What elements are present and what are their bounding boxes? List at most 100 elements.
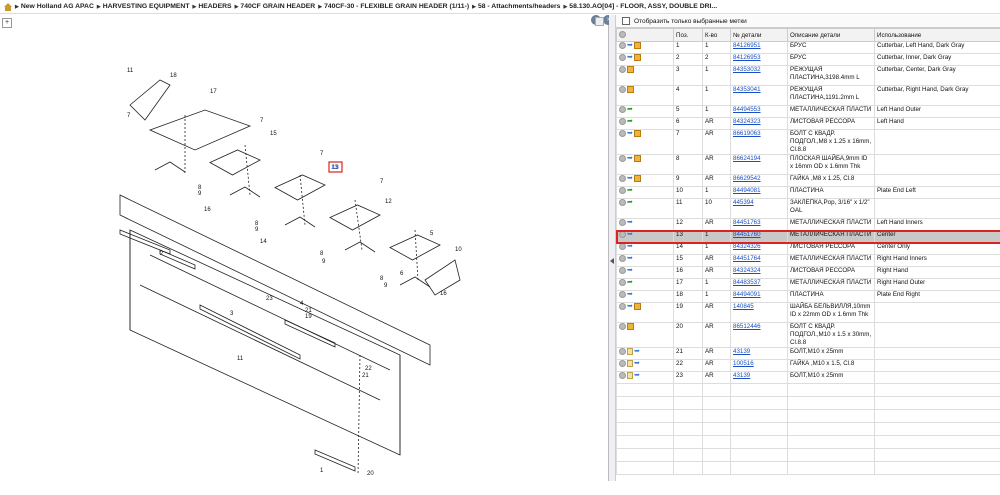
replacement-arrow-icon[interactable]: ➥ <box>627 55 633 61</box>
part-number-link[interactable]: 445394 <box>733 199 754 206</box>
table-row[interactable]: ➥ 22 AR 100516 ГАЙКА ,M10 x 1.5, Cl.8 <box>617 360 1000 372</box>
replacement-arrow-icon[interactable]: ➥ <box>627 176 633 182</box>
package-icon[interactable] <box>634 130 641 137</box>
col-usage[interactable]: Использование <box>875 29 1000 42</box>
table-row[interactable]: ➥ 15 AR 84451764 МЕТАЛЛИЧЕСКАЯ ПЛАСТИ Ri… <box>617 255 1000 267</box>
part-number-link[interactable]: 84451763 <box>733 219 761 226</box>
add-to-cart-icon[interactable] <box>619 231 626 238</box>
callout-label[interactable]: 1 <box>320 468 324 474</box>
replacement-arrow-icon[interactable]: ➥ <box>627 292 633 298</box>
add-to-cart-icon[interactable] <box>619 323 626 330</box>
add-to-cart-icon[interactable] <box>619 267 626 274</box>
part-number-link[interactable]: 84483537 <box>733 279 761 286</box>
add-to-cart-icon[interactable] <box>619 86 626 93</box>
table-row[interactable]: ➦ 11 10 445394 ЗАКЛЕПКА,Pop, 3/16" x 1/2… <box>617 199 1000 219</box>
replacement-arrow-icon[interactable]: ➥ <box>627 304 633 310</box>
breadcrumb-item[interactable]: New Holland AG APAC <box>15 3 94 10</box>
callout-label[interactable]: 21 <box>305 308 312 314</box>
breadcrumb-item[interactable]: 58.130.AO[04] - FLOOR, ASSY, DOUBLE DRI.… <box>563 3 717 10</box>
table-row[interactable]: ➥ 1 1 84126951 БРУС Cutterbar, Left Hand… <box>617 42 1000 54</box>
add-to-cart-icon[interactable] <box>619 199 626 206</box>
callout-label[interactable]: 23 <box>266 296 273 302</box>
part-number-link[interactable]: 84324324 <box>733 267 761 274</box>
replacement-arrow-icon[interactable]: ➥ <box>627 156 633 162</box>
replacement-arrow-icon[interactable]: ➥ <box>627 244 633 250</box>
callout-label[interactable]: 9 <box>384 283 388 289</box>
add-to-cart-icon[interactable] <box>619 291 626 298</box>
forward-arrow-icon[interactable]: ➦ <box>627 119 633 125</box>
document-icon[interactable] <box>627 360 633 367</box>
callout-label[interactable]: 15 <box>270 131 277 137</box>
selected-callout-label[interactable]: 13 <box>331 165 338 171</box>
callout-label[interactable]: 12 <box>385 199 392 205</box>
table-row[interactable]: 3 1 84353032 РЕЖУЩАЯ ПЛАСТИНА,3198.4mm L… <box>617 66 1000 86</box>
callout-label[interactable]: 9 <box>255 227 259 233</box>
package-icon[interactable] <box>634 175 641 182</box>
package-icon[interactable] <box>634 54 641 61</box>
table-row[interactable]: 20 AR 86512446 БОЛТ С КВАДР. ПОДГОЛ.,M10… <box>617 323 1000 348</box>
callout-label[interactable]: 11 <box>237 356 244 362</box>
add-to-cart-icon[interactable] <box>619 219 626 226</box>
callout-label[interactable]: 9 <box>322 259 326 265</box>
part-number-link[interactable]: 84451764 <box>733 255 761 262</box>
table-row[interactable]: ➥ 14 1 84324326 ЛИСТОВАЯ РЕССОРА Center … <box>617 243 1000 255</box>
col-part[interactable]: № детали <box>731 29 788 42</box>
callout-label[interactable]: 6 <box>400 271 404 277</box>
callout-label[interactable]: 8 <box>380 276 384 282</box>
part-number-link[interactable]: 84324326 <box>733 243 761 250</box>
package-icon[interactable] <box>634 303 641 310</box>
table-row[interactable]: ➥ 12 AR 84451763 МЕТАЛЛИЧЕСКАЯ ПЛАСТИ Le… <box>617 219 1000 231</box>
replacement-arrow-icon[interactable]: ➥ <box>634 349 640 355</box>
callout-label[interactable]: 5 <box>430 231 434 237</box>
forward-arrow-icon[interactable]: ➦ <box>627 280 633 286</box>
add-to-cart-icon[interactable] <box>619 118 626 125</box>
add-to-cart-icon[interactable] <box>619 187 626 194</box>
add-to-cart-icon[interactable] <box>619 106 626 113</box>
col-pos[interactable]: Поз. <box>674 29 703 42</box>
package-icon[interactable] <box>627 323 634 330</box>
expand-icon[interactable]: + <box>2 18 12 28</box>
part-number-link[interactable]: 84353032 <box>733 66 761 73</box>
pane-splitter[interactable] <box>609 15 616 481</box>
package-icon[interactable] <box>634 42 641 49</box>
add-to-cart-icon[interactable] <box>619 175 626 182</box>
select-all-header[interactable] <box>617 29 674 42</box>
part-number-link[interactable]: 86624194 <box>733 155 761 162</box>
add-to-cart-icon[interactable] <box>619 66 626 73</box>
table-row[interactable]: ➦ 17 1 84483537 МЕТАЛЛИЧЕСКАЯ ПЛАСТИ Rig… <box>617 279 1000 291</box>
table-row[interactable]: ➥ 9 AR 86629542 ГАЙКА ,M8 x 1.25, Cl.8 <box>617 175 1000 187</box>
add-to-cart-icon[interactable] <box>619 360 626 367</box>
breadcrumb-item[interactable]: 740CF-30 - FLEXIBLE GRAIN HEADER (1/11-) <box>318 3 469 10</box>
home-icon[interactable] <box>4 3 12 11</box>
table-row[interactable]: ➥ 19 AR 140845 ШАЙБА БЕЛЬВИЛЛЯ,10mm ID x… <box>617 303 1000 323</box>
document-icon[interactable] <box>627 372 633 379</box>
callout-label[interactable]: 19 <box>305 314 312 320</box>
callout-label[interactable]: 21 <box>362 373 369 379</box>
part-number-link[interactable]: 86629542 <box>733 175 761 182</box>
add-to-cart-icon[interactable] <box>619 303 626 310</box>
part-number-link[interactable]: 100516 <box>733 360 754 367</box>
add-to-cart-icon[interactable] <box>619 155 626 162</box>
col-desc[interactable]: Описание детали <box>788 29 875 42</box>
add-to-cart-icon[interactable] <box>619 42 626 49</box>
replacement-arrow-icon[interactable]: ➥ <box>627 232 633 238</box>
part-number-link[interactable]: 43139 <box>733 348 750 355</box>
callout-label[interactable]: 10 <box>455 247 462 253</box>
show-selected-checkbox[interactable] <box>622 17 630 25</box>
replacement-arrow-icon[interactable]: ➥ <box>634 361 640 367</box>
callout-label[interactable]: 3 <box>230 311 234 317</box>
part-number-link[interactable]: 84451760 <box>733 231 761 238</box>
forward-arrow-icon[interactable]: ➦ <box>627 200 633 206</box>
table-row[interactable]: ➥ 16 AR 84324324 ЛИСТОВАЯ РЕССОРА Right … <box>617 267 1000 279</box>
replacement-arrow-icon[interactable]: ➥ <box>627 256 633 262</box>
part-number-link[interactable]: 86512446 <box>733 323 761 330</box>
package-icon[interactable] <box>627 66 634 73</box>
part-number-link[interactable]: 86619063 <box>733 130 761 137</box>
callout-label[interactable]: 17 <box>210 89 217 95</box>
table-row[interactable]: ➥ 7 AR 86619063 БОЛТ С КВАДР. ПОДГОЛ.,M8… <box>617 130 1000 155</box>
part-number-link[interactable]: 140845 <box>733 303 754 310</box>
package-icon[interactable] <box>627 86 634 93</box>
add-to-cart-icon[interactable] <box>619 279 626 286</box>
callout-label[interactable]: 20 <box>367 471 374 477</box>
callout-label[interactable]: 11 <box>127 68 134 74</box>
